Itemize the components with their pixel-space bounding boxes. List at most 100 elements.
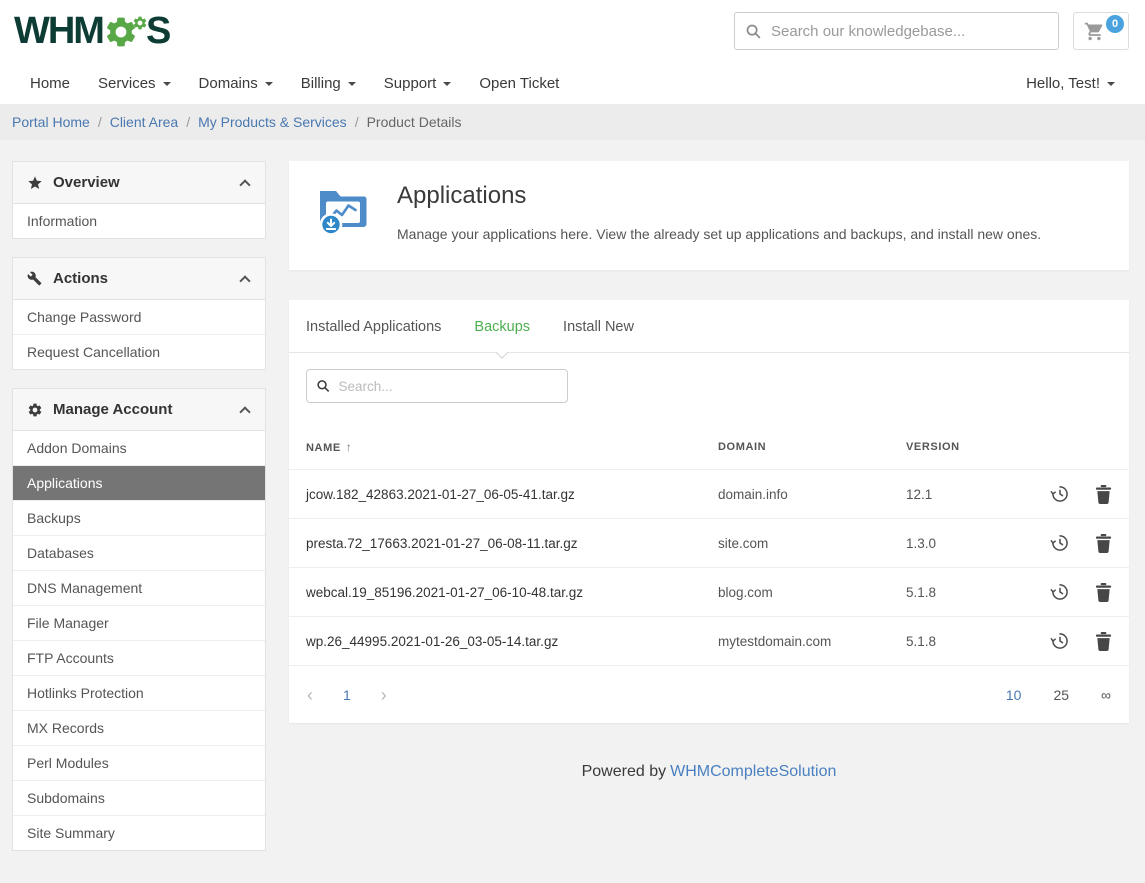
sidebar-item-request-cancellation[interactable]: Request Cancellation — [13, 335, 265, 369]
backup-name: wp.26_44995.2021-01-26_03-05-14.tar.gz — [306, 634, 718, 649]
sidebar-panel-actions: Actions Change Password Request Cancella… — [12, 257, 266, 370]
breadcrumb-products-services[interactable]: My Products & Services — [198, 114, 347, 130]
backup-version: 5.1.8 — [906, 634, 1046, 649]
prev-page-icon[interactable]: ‹ — [307, 686, 313, 704]
sidebar: Overview Information Actions Change Pass… — [12, 161, 266, 869]
table-row: jcow.182_42863.2021-01-27_06-05-41.tar.g… — [289, 469, 1129, 518]
page-header-card: Applications Manage your applications he… — [289, 161, 1129, 270]
star-icon — [27, 175, 43, 191]
sidebar-item-file-manager[interactable]: File Manager — [13, 606, 265, 641]
tab-backups[interactable]: Backups — [474, 300, 530, 352]
nav-item-domains[interactable]: Domains — [185, 75, 287, 92]
sort-asc-icon: ↑ — [346, 440, 353, 454]
chevron-up-icon — [239, 179, 250, 190]
page-size-25[interactable]: 25 — [1053, 687, 1069, 703]
sidebar-item-hotlinks-protection[interactable]: Hotlinks Protection — [13, 676, 265, 711]
knowledgebase-search — [734, 12, 1059, 50]
chevron-up-icon — [239, 406, 250, 417]
breadcrumb: Portal Home / Client Area / My Products … — [0, 104, 1145, 140]
applications-icon — [313, 180, 371, 238]
page-number[interactable]: 1 — [343, 687, 351, 703]
sidebar-item-information[interactable]: Information — [13, 204, 265, 238]
cart-count-badge: 0 — [1106, 15, 1124, 33]
backup-name: jcow.182_42863.2021-01-27_06-05-41.tar.g… — [306, 487, 718, 502]
backup-version: 12.1 — [906, 487, 1046, 502]
page-description: Manage your applications here. View the … — [397, 226, 1041, 242]
page-title: Applications — [397, 182, 1041, 210]
sidebar-item-subdomains[interactable]: Subdomains — [13, 781, 265, 816]
sidebar-item-change-password[interactable]: Change Password — [13, 300, 265, 335]
sidebar-item-backups[interactable]: Backups — [13, 501, 265, 536]
page-size-all[interactable]: ∞ — [1101, 687, 1111, 703]
tab-install-new[interactable]: Install New — [563, 300, 634, 352]
nav-item-services[interactable]: Services — [84, 75, 185, 92]
powered-by: Powered byWHMCompleteSolution — [289, 763, 1129, 781]
tabs: Installed Applications Backups Install N… — [289, 300, 1129, 353]
search-icon — [316, 378, 331, 394]
backup-domain: site.com — [718, 536, 906, 551]
whmcompletesolution-link[interactable]: WHMCompleteSolution — [670, 763, 836, 780]
table-search-input[interactable] — [339, 379, 558, 394]
nav-item-billing[interactable]: Billing — [287, 75, 370, 92]
wrench-icon — [27, 271, 43, 286]
table-search — [306, 369, 568, 403]
sidebar-item-databases[interactable]: Databases — [13, 536, 265, 571]
delete-icon[interactable] — [1095, 534, 1112, 553]
site-header: WHM S 0 — [0, 0, 1145, 62]
backup-version: 1.3.0 — [906, 536, 1046, 551]
chevron-down-icon — [443, 82, 451, 86]
breadcrumb-client-area[interactable]: Client Area — [110, 114, 178, 130]
cart-icon — [1084, 21, 1105, 42]
page-size-10[interactable]: 10 — [1006, 687, 1022, 703]
sidebar-item-applications[interactable]: Applications — [13, 466, 265, 501]
chevron-up-icon — [239, 275, 250, 286]
chevron-down-icon — [265, 82, 273, 86]
tab-installed-applications[interactable]: Installed Applications — [306, 300, 441, 352]
panel-header-overview[interactable]: Overview — [13, 162, 265, 204]
chevron-down-icon — [1107, 82, 1115, 86]
restore-icon[interactable] — [1050, 533, 1070, 553]
nav-item-support[interactable]: Support — [370, 75, 466, 92]
restore-icon[interactable] — [1050, 631, 1070, 651]
backup-name: webcal.19_85196.2021-01-27_06-10-48.tar.… — [306, 585, 718, 600]
column-header-version[interactable]: VERSION — [906, 441, 1046, 453]
table-row: wp.26_44995.2021-01-26_03-05-14.tar.gz m… — [289, 616, 1129, 665]
breadcrumb-portal-home[interactable]: Portal Home — [12, 114, 90, 130]
table-row: webcal.19_85196.2021-01-27_06-10-48.tar.… — [289, 567, 1129, 616]
knowledgebase-search-input[interactable] — [771, 23, 1048, 40]
sidebar-item-addon-domains[interactable]: Addon Domains — [13, 431, 265, 466]
delete-icon[interactable] — [1095, 583, 1112, 602]
nav-item-home[interactable]: Home — [16, 75, 84, 92]
backup-domain: blog.com — [718, 585, 906, 600]
sidebar-item-mx-records[interactable]: MX Records — [13, 711, 265, 746]
logo-text-s: S — [146, 12, 169, 50]
backup-version: 5.1.8 — [906, 585, 1046, 600]
chevron-down-icon — [348, 82, 356, 86]
sidebar-item-perl-modules[interactable]: Perl Modules — [13, 746, 265, 781]
chevron-down-icon — [163, 82, 171, 86]
cart-button[interactable]: 0 — [1073, 12, 1129, 50]
panel-header-manage-account[interactable]: Manage Account — [13, 389, 265, 431]
pagination: ‹ 1 › 10 25 ∞ — [289, 665, 1129, 723]
backup-domain: mytestdomain.com — [718, 634, 906, 649]
table-row: presta.72_17663.2021-01-27_06-08-11.tar.… — [289, 518, 1129, 567]
sidebar-item-site-summary[interactable]: Site Summary — [13, 816, 265, 850]
backup-domain: domain.info — [718, 487, 906, 502]
whmcs-logo[interactable]: WHM S — [14, 12, 169, 50]
delete-icon[interactable] — [1095, 632, 1112, 651]
main-nav: Home Services Domains Billing Support Op… — [0, 62, 1145, 104]
restore-icon[interactable] — [1050, 484, 1070, 504]
column-header-name[interactable]: NAME↑ — [306, 440, 718, 454]
next-page-icon[interactable]: › — [381, 686, 387, 704]
sidebar-item-ftp-accounts[interactable]: FTP Accounts — [13, 641, 265, 676]
backups-card: Installed Applications Backups Install N… — [289, 300, 1129, 723]
restore-icon[interactable] — [1050, 582, 1070, 602]
column-header-domain[interactable]: DOMAIN — [718, 441, 906, 453]
nav-user-menu[interactable]: Hello, Test! — [1012, 75, 1129, 92]
panel-header-actions[interactable]: Actions — [13, 258, 265, 300]
delete-icon[interactable] — [1095, 485, 1112, 504]
sidebar-item-dns-management[interactable]: DNS Management — [13, 571, 265, 606]
backup-name: presta.72_17663.2021-01-27_06-08-11.tar.… — [306, 536, 718, 551]
search-icon — [745, 23, 762, 40]
nav-item-open-ticket[interactable]: Open Ticket — [465, 75, 573, 92]
